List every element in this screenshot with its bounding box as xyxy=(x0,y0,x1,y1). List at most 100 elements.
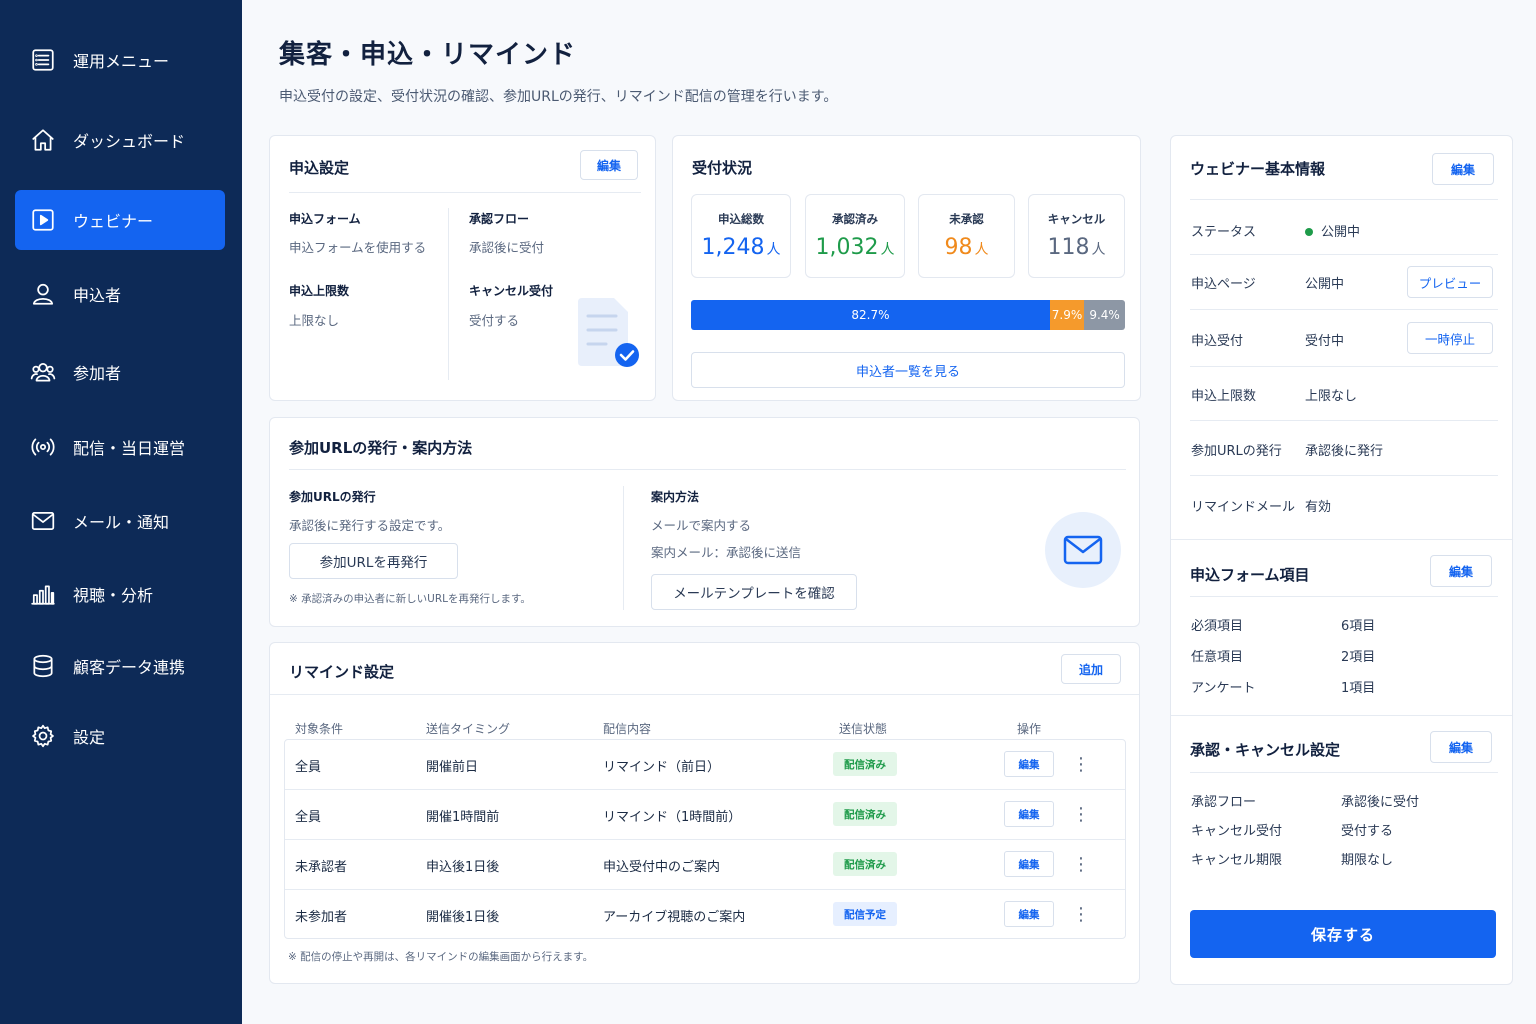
divider xyxy=(289,469,1126,470)
content-cell: リマインド（前日） xyxy=(603,760,721,775)
reception-progress-bar: 82.7% 7.9% 9.4% xyxy=(691,300,1125,330)
progress-segment: 9.4% xyxy=(1084,300,1125,330)
more-vertical-icon[interactable]: ⋮ xyxy=(1069,752,1093,776)
cancel-value: 受付する xyxy=(1341,824,1394,839)
column-header: 対象条件 xyxy=(295,722,344,736)
timing-cell: 開催後1日後 xyxy=(426,910,500,925)
target-cell: 未承認者 xyxy=(295,860,348,875)
save-button[interactable]: 保存する xyxy=(1190,910,1496,958)
flow-value: 承認後に受付 xyxy=(469,240,545,255)
bar-chart-icon xyxy=(29,580,57,608)
divider xyxy=(1190,772,1498,773)
sidebar-item-participants[interactable]: 参加者 xyxy=(15,342,225,402)
sidebar-item-label: ダッシュボード xyxy=(73,132,186,151)
sidebar-item-settings[interactable]: 設定 xyxy=(15,706,225,766)
content-cell: リマインド（1時間前） xyxy=(603,810,742,825)
card-title: 参加URLの発行・案内方法 xyxy=(289,439,473,457)
reissue-url-button[interactable]: 参加URLを再発行 xyxy=(289,543,458,579)
sidebar-item-customer-data[interactable]: 顧客データ連携 xyxy=(15,636,225,696)
sidebar-item-dashboard[interactable]: ダッシュボード xyxy=(15,110,225,170)
edit-button[interactable]: 編集 xyxy=(580,150,638,180)
edit-button[interactable]: 編集 xyxy=(1004,901,1054,927)
more-vertical-icon[interactable]: ⋮ xyxy=(1069,852,1093,876)
add-reminder-button[interactable]: 追加 xyxy=(1061,654,1121,684)
section-divider xyxy=(1171,539,1512,540)
menu-list-icon xyxy=(29,46,57,74)
flow-label: 承認フロー xyxy=(469,212,530,226)
sidebar-item-label: 視聴・分析 xyxy=(73,586,154,605)
stat-label: 申込総数 xyxy=(718,212,764,226)
flow-value: 承認後に受付 xyxy=(1341,795,1420,810)
table-row: 全員 開催前日 リマインド（前日） 配信済み 編集 ⋮ xyxy=(285,740,1125,790)
survey-label: アンケート xyxy=(1191,681,1256,696)
edit-button[interactable]: 編集 xyxy=(1004,851,1054,877)
sidebar-item-operation-menu[interactable]: 運用メニュー xyxy=(15,30,225,90)
applicant-list-button[interactable]: 申込者一覧を見る xyxy=(691,352,1125,388)
sidebar-item-mail[interactable]: メール・通知 xyxy=(15,491,225,551)
edit-button[interactable]: 編集 xyxy=(1004,751,1054,777)
edit-button[interactable]: 編集 xyxy=(1430,731,1492,763)
sidebar-item-label: メール・通知 xyxy=(73,513,170,532)
edit-button[interactable]: 編集 xyxy=(1432,153,1494,185)
pause-button[interactable]: 一時停止 xyxy=(1407,322,1493,354)
more-vertical-icon[interactable]: ⋮ xyxy=(1069,902,1093,926)
guide-mail: 案内メール：承認後に送信 xyxy=(651,545,802,560)
status-badge: 配信済み xyxy=(833,752,897,776)
gear-icon xyxy=(29,722,57,750)
table-row: 全員 開催1時間前 リマインド（1時間前） 配信済み 編集 ⋮ xyxy=(285,790,1125,840)
form-label: 申込フォーム xyxy=(289,212,361,226)
mail-template-button[interactable]: メールテンプレートを確認 xyxy=(651,574,857,610)
stat-label: 未承認 xyxy=(949,212,984,226)
required-label: 必須項目 xyxy=(1191,619,1244,634)
sidebar-item-label: 参加者 xyxy=(73,364,122,383)
target-cell: 未参加者 xyxy=(295,910,348,925)
optional-value: 2項目 xyxy=(1341,650,1376,665)
divider xyxy=(289,192,641,193)
application-settings-card: 申込設定 編集 申込フォーム 申込フォームを使用する 申込上限数 上限なし 承認… xyxy=(269,135,656,401)
sidebar-item-analytics[interactable]: 視聴・分析 xyxy=(15,564,225,624)
reminder-table: 全員 開催前日 リマインド（前日） 配信済み 編集 ⋮ 全員 開催1時間前 リマ… xyxy=(284,739,1126,939)
issue-description: 承認後に発行する設定です。 xyxy=(289,518,451,533)
sidebar-item-label: 配信・当日運営 xyxy=(73,439,186,458)
guide-label: 案内方法 xyxy=(651,490,700,504)
accept-value: 受付中 xyxy=(1305,334,1345,349)
stat-value: 1,248 人 xyxy=(701,235,781,260)
divider xyxy=(1190,199,1498,200)
preview-button[interactable]: プレビュー xyxy=(1407,266,1493,298)
flow-label: 承認フロー xyxy=(1191,795,1257,810)
edit-button[interactable]: 編集 xyxy=(1430,555,1492,587)
reception-status-card: 受付状況 申込総数 1,248 人 承認済み 1,032 人 未承認 98 人 キャン… xyxy=(672,135,1141,401)
stat-cancelled: キャンセル 118 人 xyxy=(1028,194,1125,278)
status-badge: 配信予定 xyxy=(833,902,897,926)
edit-button[interactable]: 編集 xyxy=(1004,801,1054,827)
stat-unapproved: 未承認 98 人 xyxy=(918,194,1015,278)
sidebar-item-webinar[interactable]: ウェビナー xyxy=(15,190,225,250)
divider xyxy=(270,694,1139,695)
sidebar-item-label: 運用メニュー xyxy=(73,52,170,71)
limit-value: 上限なし xyxy=(1305,389,1358,404)
divider xyxy=(448,208,449,380)
card-title: 申込設定 xyxy=(289,159,350,177)
deadline-label: キャンセル期限 xyxy=(1191,853,1283,868)
divider xyxy=(1190,420,1498,421)
reissue-note: ※ 承認済みの申込者に新しいURLを再発行します。 xyxy=(289,593,531,605)
url-issue-card: 参加URLの発行・案内方法 参加URLの発行 承認後に発行する設定です。 参加U… xyxy=(269,417,1140,627)
stat-approved: 承認済み 1,032 人 xyxy=(805,194,905,278)
column-header: 操作 xyxy=(1017,722,1042,736)
column-header: 送信タイミング xyxy=(426,722,511,736)
page-title: 集客・申込・リマインド xyxy=(279,40,577,70)
guide-method: メールで案内する xyxy=(651,518,752,533)
sidebar-item-broadcast[interactable]: 配信・当日運営 xyxy=(15,417,225,477)
home-icon xyxy=(29,126,57,154)
status-dot xyxy=(1305,227,1313,236)
page-value: 公開中 xyxy=(1305,277,1345,292)
divider xyxy=(1190,366,1498,367)
card-title: 受付状況 xyxy=(692,159,753,177)
sidebar-item-applicants[interactable]: 申込者 xyxy=(15,264,225,324)
cancel-label: キャンセル受付 xyxy=(469,284,554,298)
users-icon xyxy=(29,358,57,386)
reminder-card: リマインド設定 追加 対象条件 送信タイミング 配信内容 送信状態 操作 全員 … xyxy=(269,642,1140,984)
stat-total: 申込総数 1,248 人 xyxy=(691,194,791,278)
more-vertical-icon[interactable]: ⋮ xyxy=(1069,802,1093,826)
optional-label: 任意項目 xyxy=(1191,650,1244,665)
